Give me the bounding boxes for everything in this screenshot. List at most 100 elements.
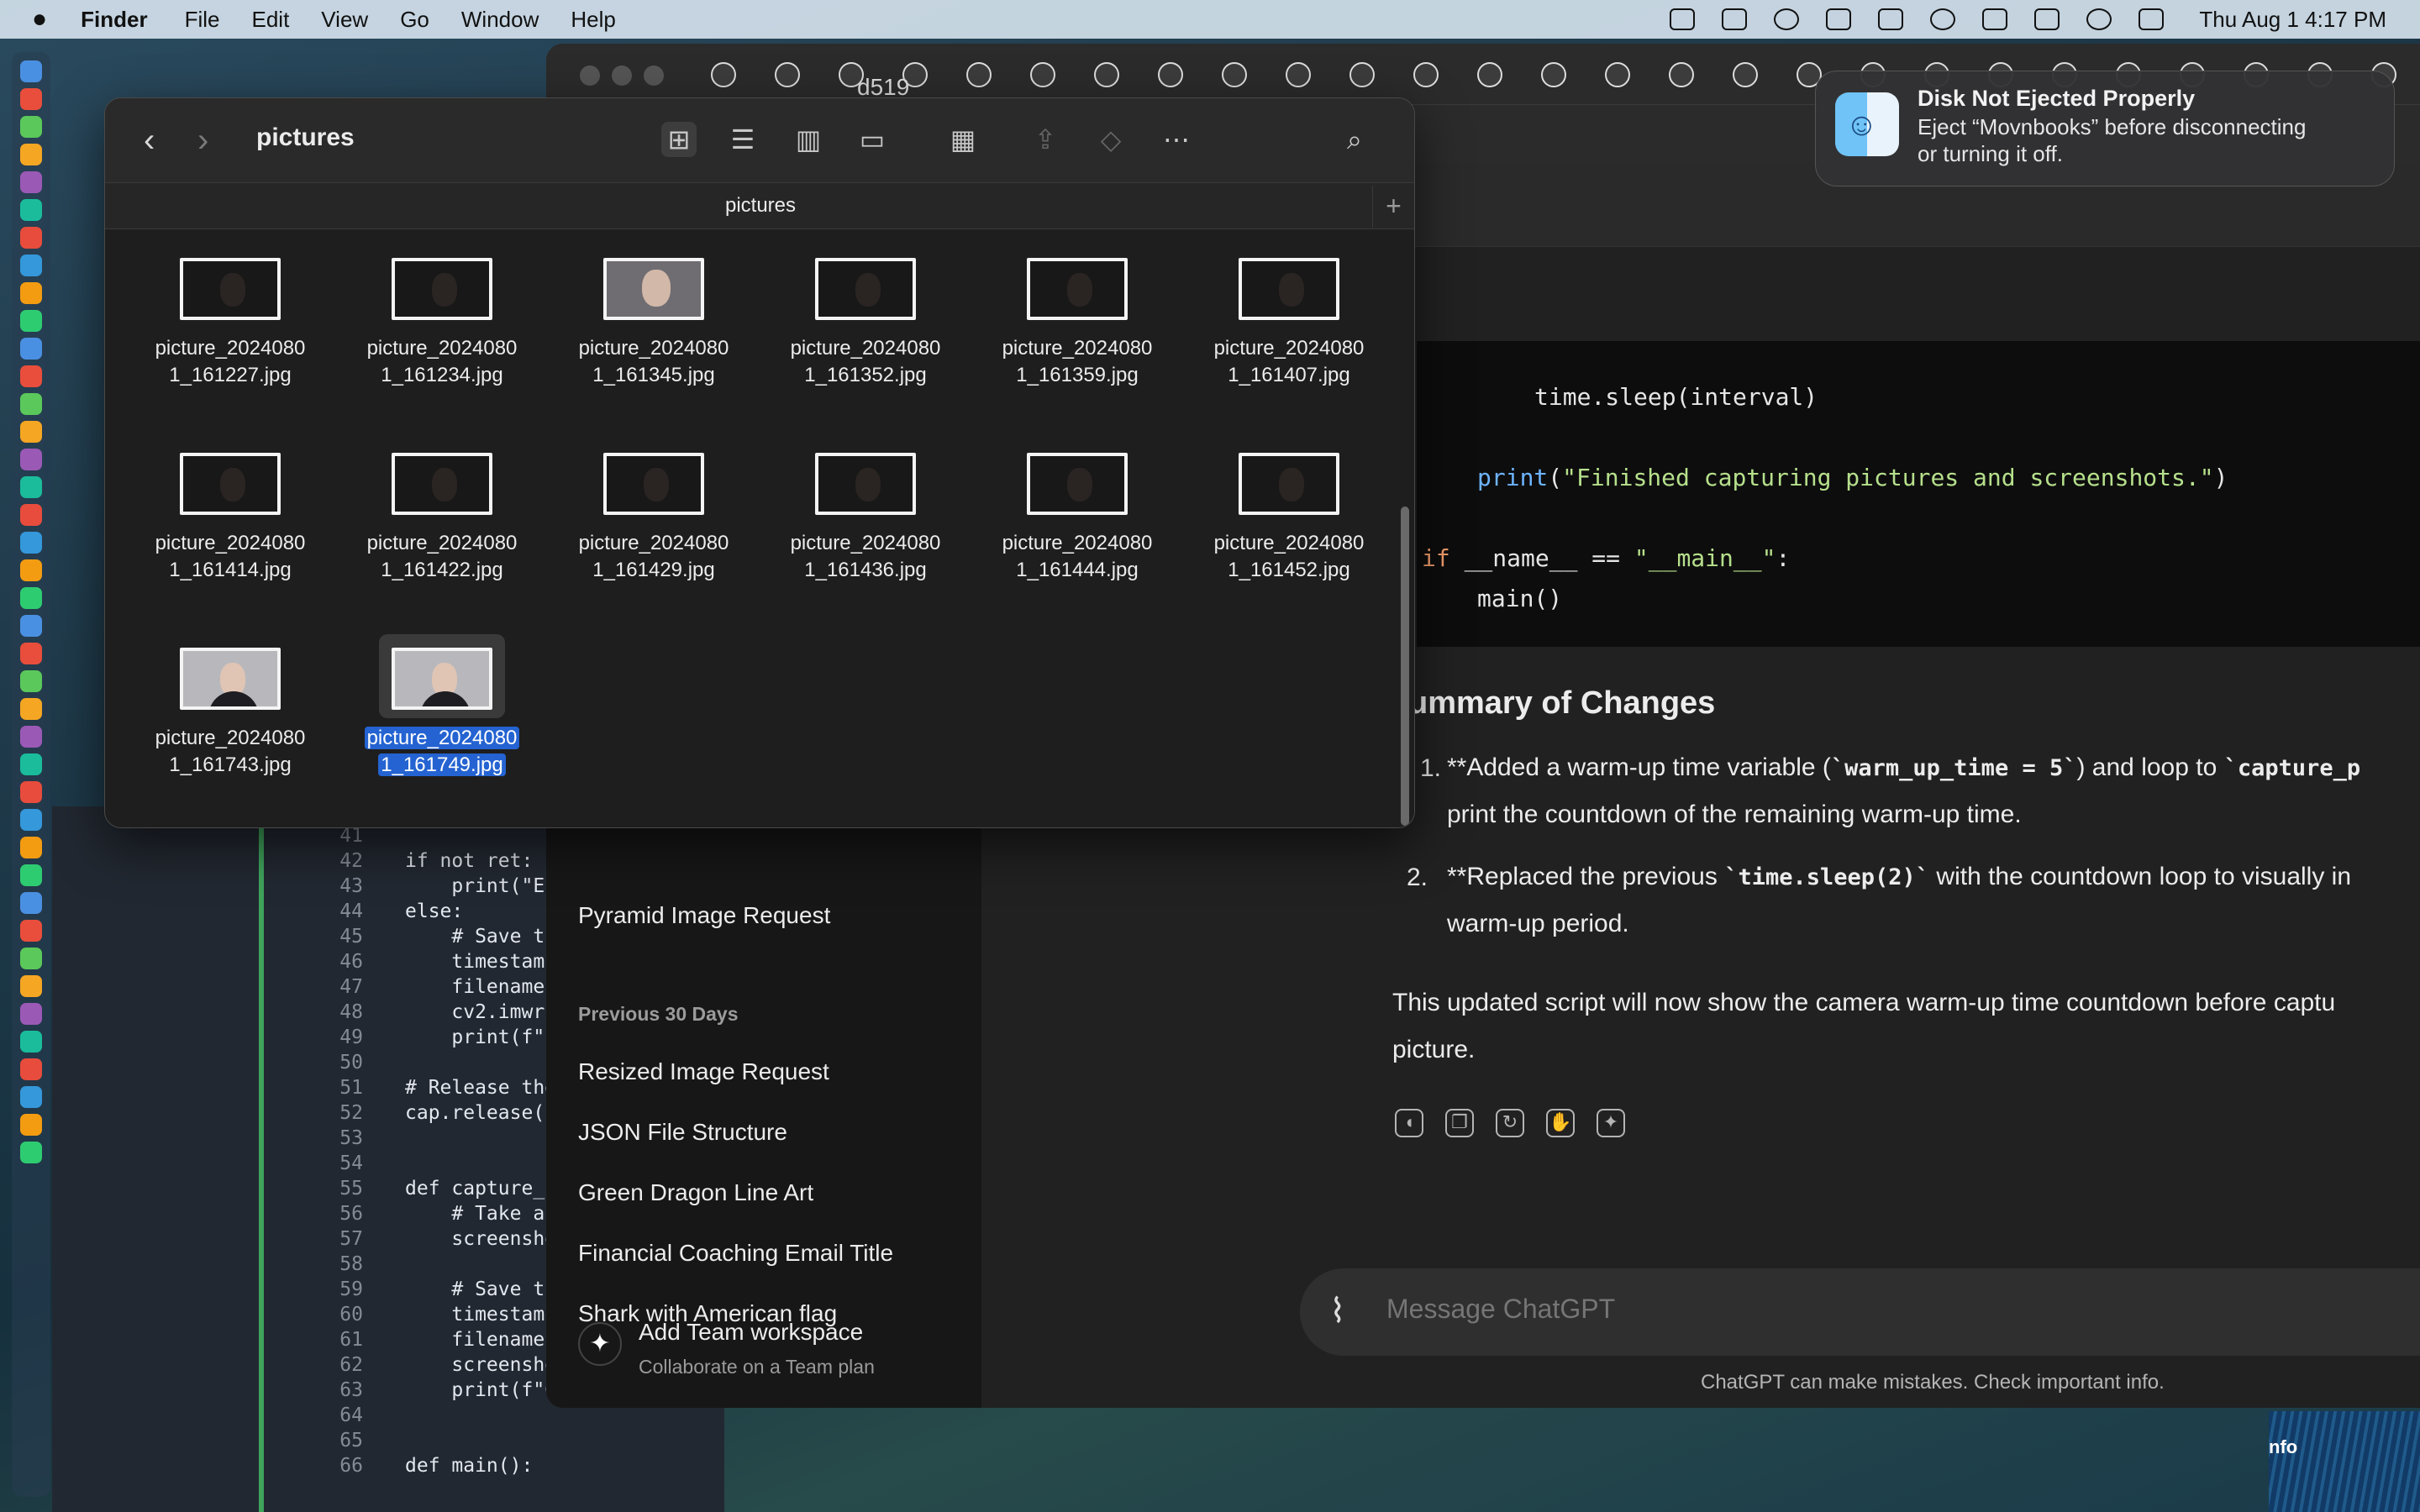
sidebar-item-chat[interactable]: Financial Coaching Email Title — [578, 1240, 893, 1267]
editor-code-line[interactable]: # Release the — [405, 1077, 556, 1099]
dock-app-icon[interactable] — [20, 88, 42, 110]
file-thumbnail[interactable] — [815, 258, 916, 320]
browser-tab-favicon[interactable] — [1222, 62, 1247, 87]
zoom-window-button[interactable] — [644, 66, 664, 86]
search-icon[interactable]: ⌕ — [1337, 122, 1372, 157]
dock-app-icon[interactable] — [20, 1058, 42, 1080]
tag-icon[interactable]: ◇ — [1093, 122, 1128, 157]
dock-app-icon[interactable] — [20, 587, 42, 609]
dock-app-icon[interactable] — [20, 948, 42, 969]
more-actions-icon[interactable]: ⋯ — [1159, 122, 1194, 157]
paperclip-icon[interactable]: ⌇ — [1329, 1292, 1346, 1331]
file-item[interactable]: picture_2024080 1_161345.jpg — [566, 244, 742, 429]
file-thumbnail[interactable] — [392, 648, 492, 710]
search-icon[interactable] — [2034, 8, 2060, 30]
file-item[interactable]: picture_2024080 1_161407.jpg — [1201, 244, 1377, 429]
minimize-window-button[interactable] — [612, 66, 632, 86]
file-thumbnail[interactable] — [392, 453, 492, 515]
menu-item[interactable]: Help — [571, 7, 615, 33]
file-item[interactable]: picture_2024080 1_161227.jpg — [142, 244, 318, 429]
sidebar-item-chat[interactable]: Green Dragon Line Art — [578, 1179, 813, 1206]
dock-app-icon[interactable] — [20, 753, 42, 775]
menubar-extra-icon[interactable] — [1826, 8, 1852, 30]
file-thumbnail[interactable] — [392, 258, 492, 320]
dock-app-icon[interactable] — [20, 1086, 42, 1108]
model-switch-icon[interactable]: ✦ — [1597, 1109, 1625, 1137]
editor-code-line[interactable]: if not ret: — [405, 850, 533, 872]
message-input[interactable] — [1386, 1294, 2227, 1325]
file-item[interactable]: picture_2024080 1_161429.jpg — [566, 439, 742, 624]
bluetooth-icon[interactable] — [1878, 8, 1904, 30]
column-view-icon[interactable]: ▥ — [791, 122, 826, 157]
browser-tab-favicon[interactable] — [1477, 62, 1502, 87]
dock-app-icon[interactable] — [20, 559, 42, 581]
apple-icon[interactable]: ● — [32, 5, 47, 34]
dock-app-icon[interactable] — [20, 116, 42, 138]
dock-app-icon[interactable] — [20, 726, 42, 748]
dock-app-icon[interactable] — [20, 532, 42, 554]
dock-app-icon[interactable] — [20, 781, 42, 803]
file-thumbnail[interactable] — [1239, 453, 1339, 515]
dock-app-icon[interactable] — [20, 670, 42, 692]
dock-app-icon[interactable] — [20, 255, 42, 276]
browser-tab-favicon[interactable] — [1349, 62, 1375, 87]
dock-app-icon[interactable] — [20, 476, 42, 498]
menubar-extra-icon[interactable] — [1722, 8, 1748, 30]
sidebar-item-chat[interactable]: JSON File Structure — [578, 1119, 787, 1146]
editor-code-line[interactable]: # Save th — [405, 926, 556, 948]
list-view-icon[interactable]: ☰ — [725, 122, 760, 157]
browser-tab-favicon[interactable] — [1286, 62, 1311, 87]
siri-icon[interactable] — [2139, 8, 2165, 30]
dock-app-icon[interactable] — [20, 615, 42, 637]
browser-tab-favicon[interactable] — [1030, 62, 1055, 87]
airdrop-icon[interactable] — [1774, 8, 1800, 30]
add-team-workspace-title[interactable]: Add Team workspace — [639, 1319, 863, 1346]
editor-code-line[interactable]: print("E — [405, 875, 544, 897]
regenerate-icon[interactable]: ↻ — [1496, 1109, 1524, 1137]
browser-tab-favicon[interactable] — [1158, 62, 1183, 87]
copy-icon[interactable]: ❐ — [1445, 1109, 1474, 1137]
menu-item[interactable]: Go — [400, 7, 429, 33]
editor-code-line[interactable]: cv2.imwr — [405, 1001, 544, 1023]
link-icon[interactable] — [1982, 8, 2008, 30]
finder-file-grid[interactable]: picture_2024080 1_161227.jpg picture_20240… — [105, 229, 1414, 827]
menu-app-name[interactable]: Finder — [81, 7, 147, 33]
dock-app-icon[interactable] — [20, 892, 42, 914]
battery-icon[interactable] — [1930, 8, 1956, 30]
file-item[interactable]: picture_2024080 1_161352.jpg — [777, 244, 954, 429]
sidebar-item-chat[interactable]: Resized Image Request — [578, 1058, 829, 1085]
file-thumbnail[interactable] — [603, 453, 704, 515]
browser-tab-favicon[interactable] — [1605, 62, 1630, 87]
dock-app-icon[interactable] — [20, 643, 42, 664]
editor-code-line[interactable]: def main(): — [405, 1455, 533, 1477]
browser-tab-favicon[interactable] — [1413, 62, 1439, 87]
browser-tab-favicon[interactable] — [966, 62, 992, 87]
file-item[interactable]: picture_2024080 1_161436.jpg — [777, 439, 954, 624]
sparkle-icon[interactable]: ✦ — [578, 1322, 622, 1366]
dock-app-icon[interactable] — [20, 920, 42, 942]
dock-app-icon[interactable] — [20, 837, 42, 858]
finder-window[interactable]: ‹ › pictures ⊞ ☰ ▥ ▭ ▦ ⇪ ◇ ⋯ ⌕ pictures … — [104, 97, 1415, 828]
dock-app-icon[interactable] — [20, 199, 42, 221]
dock-app-icon[interactable] — [20, 144, 42, 165]
dock-app-icon[interactable] — [20, 809, 42, 831]
dock-app-icon[interactable] — [20, 449, 42, 470]
dock-app-icon[interactable] — [20, 227, 42, 249]
file-thumbnail[interactable] — [180, 648, 281, 710]
browser-tab-favicon[interactable] — [1733, 62, 1758, 87]
control-center-icon[interactable] — [2086, 8, 2112, 30]
dock-app-icon[interactable] — [20, 171, 42, 193]
file-item[interactable]: picture_2024080 1_161452.jpg — [1201, 439, 1377, 624]
dock-app-icon[interactable] — [20, 365, 42, 387]
dock-app-icon[interactable] — [20, 421, 42, 443]
dock-app-icon[interactable] — [20, 698, 42, 720]
forward-icon[interactable]: › — [197, 122, 208, 160]
group-icon[interactable]: ▦ — [945, 122, 981, 157]
dock-app-icon[interactable] — [20, 282, 42, 304]
file-item[interactable]: picture_2024080 1_161749.jpg — [354, 634, 530, 819]
new-tab-button[interactable]: + — [1372, 186, 1414, 228]
file-item[interactable]: picture_2024080 1_161414.jpg — [142, 439, 318, 624]
browser-tab-favicon[interactable] — [711, 62, 736, 87]
file-thumbnail[interactable] — [180, 453, 281, 515]
file-item[interactable]: picture_2024080 1_161444.jpg — [989, 439, 1165, 624]
